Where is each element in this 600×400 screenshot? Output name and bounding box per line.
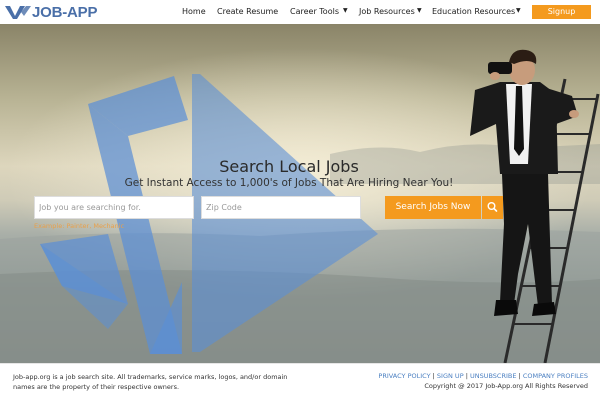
footer-disclaimer: Job-app.org is a job search site. All tr… <box>13 373 288 391</box>
signup-button[interactable]: Signup <box>532 5 591 19</box>
sign-up-link[interactable]: SIGN UP <box>437 372 464 380</box>
nav-career-tools[interactable]: Career Tools <box>290 7 339 16</box>
site-header: JOB-APP Home Create Resume Career Tools … <box>0 0 600 24</box>
unsubscribe-link[interactable]: UNSUBSCRIBE <box>470 372 517 380</box>
nav-create-resume[interactable]: Create Resume <box>217 7 278 16</box>
search-icon <box>487 201 498 212</box>
nav-education-resources[interactable]: Education Resources <box>432 7 515 16</box>
chevron-down-icon[interactable]: ▼ <box>417 7 422 14</box>
nav-home[interactable]: Home <box>182 7 206 16</box>
logo-icon <box>5 6 31 19</box>
hero-section: Search Local Jobs Get Instant Access to … <box>0 24 600 363</box>
zip-code-input[interactable] <box>201 196 361 219</box>
job-search-input[interactable] <box>34 196 194 219</box>
footer-links: PRIVACY POLICY | SIGN UP | UNSUBSCRIBE |… <box>378 372 588 380</box>
search-jobs-button[interactable]: Search Jobs Now <box>385 196 481 219</box>
chevron-down-icon[interactable]: ▼ <box>516 7 521 14</box>
hero-background <box>0 49 600 363</box>
nav-job-resources[interactable]: Job Resources <box>359 7 415 16</box>
chevron-down-icon[interactable]: ▼ <box>343 7 348 14</box>
company-profiles-link[interactable]: COMPANY PROFILES <box>523 372 588 380</box>
logo-text: JOB-APP <box>32 3 98 21</box>
hero-subtitle: Get Instant Access to 1,000's of Jobs Th… <box>124 177 454 189</box>
hero-title: Search Local Jobs <box>219 157 359 176</box>
search-icon-button[interactable] <box>482 196 503 219</box>
search-example-hint: Example: Painter, Mechanic <box>34 222 125 230</box>
logo[interactable]: JOB-APP <box>5 3 97 21</box>
privacy-policy-link[interactable]: PRIVACY POLICY <box>378 372 430 380</box>
copyright-text: Copyright @ 2017 Job-App.org All Rights … <box>424 382 588 390</box>
site-footer: Job-app.org is a job search site. All tr… <box>0 363 600 400</box>
